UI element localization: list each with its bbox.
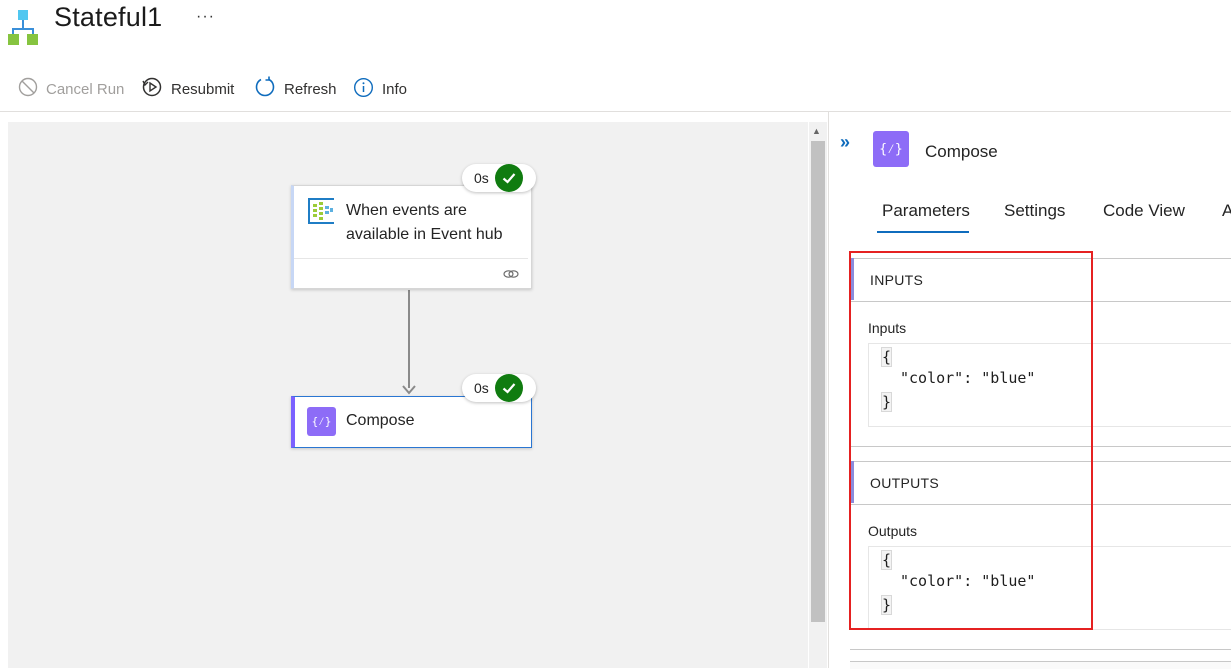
toolbar-divider (0, 111, 1231, 112)
event-hub-icon (306, 196, 336, 226)
highlight-box (849, 251, 1093, 630)
trigger-status-badge: 0s (462, 164, 536, 192)
collapse-panel-icon[interactable]: » (840, 132, 850, 153)
refresh-label: Refresh (284, 80, 337, 98)
tab-parameters[interactable]: Parameters (882, 201, 970, 221)
compose-icon-glyph: {⁄} (311, 414, 332, 428)
logic-app-icon (8, 10, 44, 46)
cancel-run-label: Cancel Run (46, 80, 125, 98)
compose-status-badge: 0s (462, 374, 536, 402)
scroll-up-arrow-icon[interactable]: ▲ (812, 126, 821, 136)
refresh-icon (254, 76, 276, 102)
tab-truncated[interactable]: A (1222, 201, 1231, 221)
trigger-title: When events are available in Event hub (346, 202, 503, 243)
compose-duration: 0s (474, 380, 489, 396)
page-title: Stateful1 (54, 2, 163, 32)
compose-icon: {⁄} (307, 407, 336, 436)
more-options-button[interactable]: ··· (196, 8, 215, 26)
resubmit-button[interactable]: Resubmit (141, 76, 235, 102)
cancel-icon (18, 77, 38, 101)
success-check-icon (494, 164, 523, 192)
tab-settings[interactable]: Settings (1004, 201, 1065, 221)
selected-tab-indicator (877, 231, 969, 233)
panel-compose-icon-glyph: {⁄} (879, 141, 903, 157)
canvas-scrollbar-thumb[interactable] (811, 141, 825, 622)
link-icon (503, 267, 519, 279)
panel-compose-icon: {⁄} (873, 131, 909, 167)
panel-divider (828, 112, 829, 668)
panel-title: Compose (925, 142, 998, 161)
refresh-button[interactable]: Refresh (254, 76, 337, 102)
success-check-icon (494, 374, 523, 402)
compose-title: Compose (346, 412, 415, 429)
tab-code-view[interactable]: Code View (1103, 201, 1185, 221)
trigger-duration: 0s (474, 170, 489, 186)
info-icon (353, 77, 374, 102)
info-label: Info (382, 80, 408, 98)
flow-connector (408, 290, 410, 388)
cancel-run-button[interactable]: Cancel Run (18, 77, 125, 101)
trigger-card-divider (294, 258, 528, 259)
resubmit-icon (141, 76, 163, 102)
resubmit-label: Resubmit (171, 80, 235, 98)
info-button[interactable]: Info (353, 77, 408, 102)
connector-arrow-icon (402, 383, 416, 395)
outputs-section-bottom (850, 649, 1231, 650)
